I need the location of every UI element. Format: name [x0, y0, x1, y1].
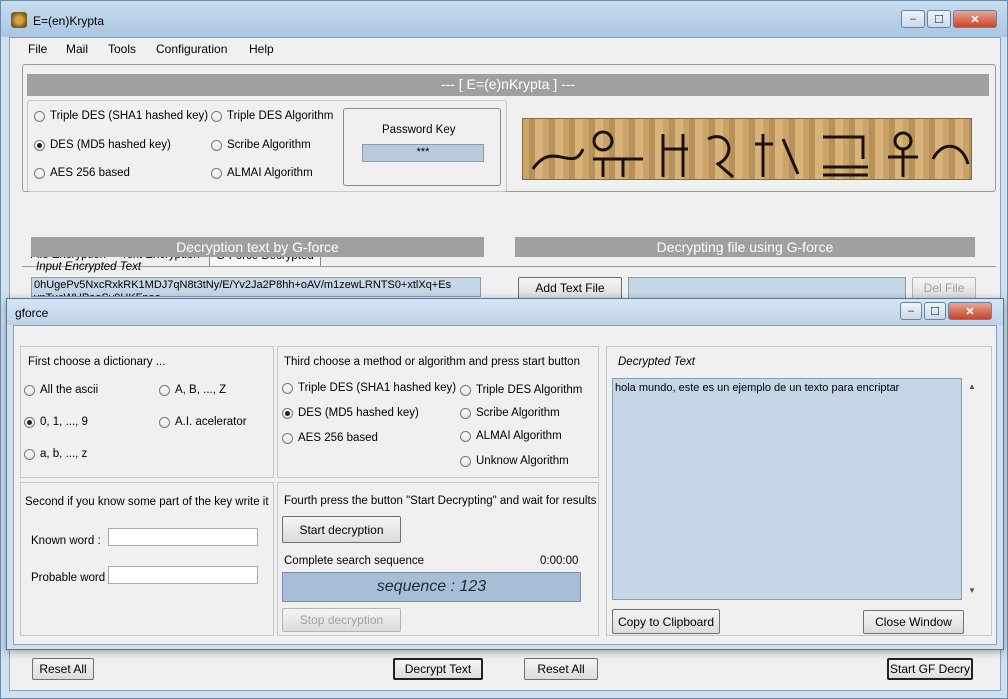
- dictionary-title: First choose a dictionary ...: [28, 356, 166, 368]
- main-title-bar: E=(en)Krypta ‒ ☐ ✕: [1, 1, 1007, 37]
- sequence-label: Complete search sequence: [284, 555, 424, 567]
- algo-almai-radio[interactable]: ALMAI Algorithm: [211, 167, 313, 179]
- dict-uppercase-radio[interactable]: A, B, ..., Z: [159, 384, 226, 396]
- scroll-down-icon[interactable]: ▼: [968, 586, 976, 595]
- reset-all-right-button[interactable]: Reset All: [524, 658, 598, 680]
- right-section-banner: Decrypting file using G-force: [515, 237, 975, 257]
- elapsed-time: 0:00:00: [540, 555, 579, 567]
- minimize-button[interactable]: ‒: [901, 10, 925, 28]
- method-triple-des-sha1-radio[interactable]: Triple DES (SHA1 hashed key): [282, 382, 456, 394]
- file-path-input[interactable]: [628, 277, 906, 299]
- menu-configuration[interactable]: Configuration: [154, 42, 229, 56]
- input-encrypted-label: Input Encrypted Text: [36, 261, 142, 273]
- gforce-client-area: First choose a dictionary ... All the as…: [13, 325, 997, 645]
- gforce-maximize-button[interactable]: ☐: [924, 302, 946, 320]
- password-label: Password Key: [382, 124, 456, 136]
- probable-word-label: Probable word :: [31, 572, 112, 584]
- probable-word-input[interactable]: [108, 566, 258, 584]
- gforce-close-button[interactable]: ✕: [948, 302, 992, 320]
- method-unknow-radio[interactable]: Unknow Algorithm: [460, 455, 569, 467]
- known-key-title: Second if you know some part of the key …: [25, 496, 269, 508]
- dict-ai-accelerator-radio[interactable]: A.I. acelerator: [159, 416, 247, 428]
- algo-scribe-radio[interactable]: Scribe Algorithm: [211, 139, 311, 151]
- dict-all-ascii-radio[interactable]: All the ascii: [24, 384, 98, 396]
- method-almai-radio[interactable]: ALMAI Algorithm: [460, 430, 562, 442]
- algo-aes256-radio[interactable]: AES 256 based: [34, 167, 130, 179]
- decrypted-scrollbar[interactable]: ▲ ▼: [964, 378, 980, 600]
- add-text-file-button[interactable]: Add Text File: [518, 277, 622, 299]
- method-scribe-radio[interactable]: Scribe Algorithm: [460, 407, 560, 419]
- method-des-md5-radio[interactable]: DES (MD5 hashed key): [282, 407, 419, 419]
- reset-all-left-button[interactable]: Reset All: [32, 658, 94, 680]
- app-banner: --- [ E=(e)nKrypta ] ---: [27, 74, 989, 96]
- start-decryption-button[interactable]: Start decryption: [282, 516, 401, 543]
- method-aes256-radio[interactable]: AES 256 based: [282, 432, 378, 444]
- stop-decryption-button[interactable]: Stop decryption: [282, 608, 401, 632]
- gforce-title: gforce: [15, 306, 49, 320]
- sequence-display: sequence : 123: [282, 572, 581, 602]
- method-triple-des-radio[interactable]: Triple DES Algorithm: [460, 384, 582, 396]
- dict-digits-radio[interactable]: 0, 1, ..., 9: [24, 416, 88, 428]
- menu-help[interactable]: Help: [247, 42, 276, 56]
- menu-file[interactable]: File: [26, 42, 49, 56]
- close-window-button[interactable]: Close Window: [863, 610, 964, 634]
- app-icon: [11, 12, 27, 28]
- copy-to-clipboard-button[interactable]: Copy to Clipboard: [612, 609, 720, 634]
- gforce-minimize-button[interactable]: ‒: [900, 302, 922, 320]
- window-title: E=(en)Krypta: [33, 14, 105, 28]
- del-file-button[interactable]: Del File: [912, 277, 976, 299]
- algo-triple-des-radio[interactable]: Triple DES Algorithm: [211, 110, 333, 122]
- known-word-input[interactable]: [108, 528, 258, 546]
- fourth-title: Fourth press the button "Start Decryptin…: [284, 495, 597, 507]
- scroll-up-icon[interactable]: ▲: [968, 382, 976, 391]
- algo-des-md5-radio[interactable]: DES (MD5 hashed key): [34, 139, 171, 151]
- menu-mail[interactable]: Mail: [64, 42, 90, 56]
- algo-triple-des-sha1-radio[interactable]: Triple DES (SHA1 hashed key): [34, 110, 208, 122]
- method-title: Third choose a method or algorithm and p…: [284, 356, 580, 368]
- input-encrypted-text[interactable]: 0hUgePv5NxcRxkRK1MDJ7qN8t3tNy/E/Yv2Ja2P8…: [31, 277, 481, 297]
- password-input[interactable]: ***: [362, 144, 484, 162]
- tab-panel-border: [22, 266, 996, 267]
- dict-lowercase-radio[interactable]: a, b, ..., z: [24, 448, 87, 460]
- hieroglyph-glyphs: [531, 130, 970, 179]
- start-gf-decrypt-button[interactable]: Start GF Decry: [887, 658, 973, 680]
- left-section-banner: Decryption text by G-force: [31, 237, 484, 257]
- maximize-button[interactable]: ☐: [927, 10, 951, 28]
- decrypted-text-output[interactable]: hola mundo, este es un ejemplo de un tex…: [612, 378, 962, 600]
- decrypted-label: Decrypted Text: [618, 356, 695, 368]
- known-word-label: Known word :: [31, 535, 101, 547]
- hieroglyph-banner-image: [522, 118, 972, 180]
- menu-tools[interactable]: Tools: [106, 42, 138, 56]
- close-button[interactable]: ✕: [953, 10, 997, 28]
- decrypt-text-button[interactable]: Decrypt Text: [393, 658, 483, 680]
- gforce-dialog: gforce ‒ ☐ ✕ First choose a dictionary .…: [6, 298, 1004, 650]
- gforce-title-bar: gforce ‒ ☐ ✕: [7, 299, 1003, 325]
